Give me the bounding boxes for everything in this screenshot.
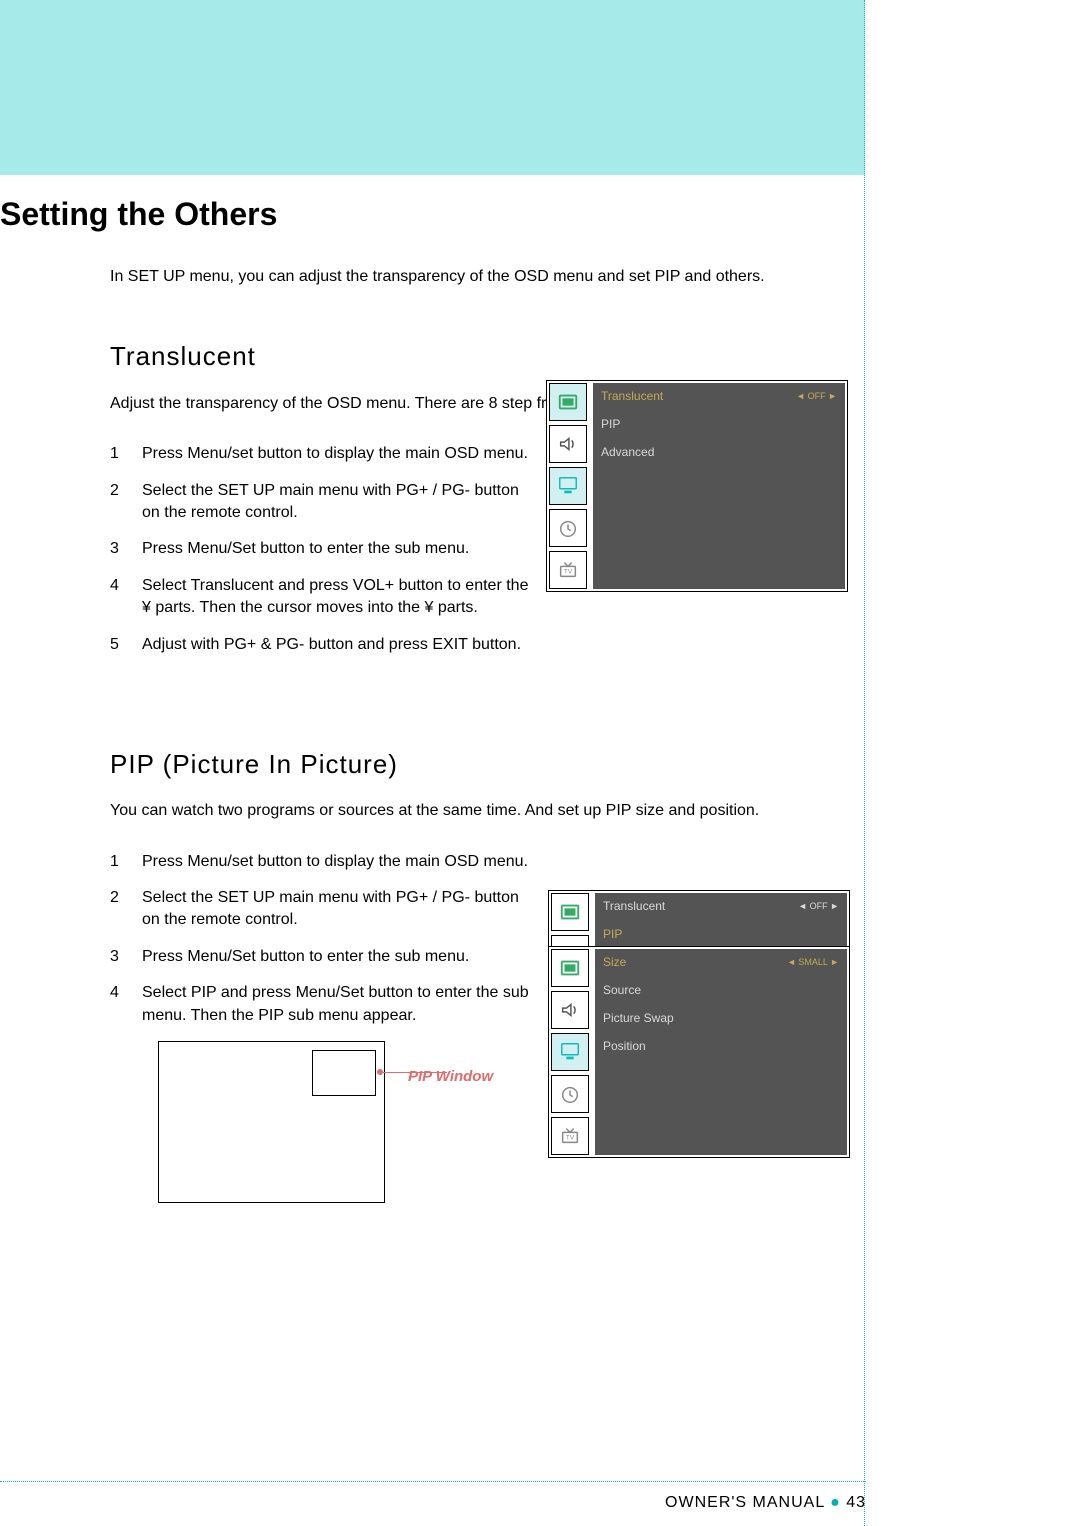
svg-text:TV: TV — [566, 1135, 575, 1142]
osd-icon-timer — [549, 509, 587, 547]
osd-item-label: Size — [603, 955, 626, 969]
osd-item-label: Picture Swap — [603, 1011, 674, 1025]
osd-menu-pip-sub: TV Size ◄ SMALL ► Source Picture Swap — [548, 946, 850, 1158]
osd-item-value: ◄ SMALL ► — [787, 957, 839, 967]
steps-pip: 1Press Menu/set button to display the ma… — [110, 851, 540, 1027]
osd-item-label: Source — [603, 983, 641, 997]
osd-icon-tv: TV — [551, 1117, 589, 1155]
osd-item-label: PIP — [603, 927, 622, 941]
osd-item[interactable]: PIP — [601, 417, 837, 431]
osd-item[interactable]: Position — [603, 1039, 839, 1053]
osd-item-value: ◄ OFF ► — [798, 901, 839, 911]
horizontal-divider — [0, 1481, 866, 1482]
step-text: Press Menu/Set button to enter the sub m… — [142, 946, 469, 968]
pip-window-diagram: PIP Window — [158, 1041, 385, 1203]
osd-item[interactable]: PIP — [603, 927, 839, 941]
osd-item-label: Advanced — [601, 445, 654, 459]
osd-menu-pip-group: TV Translucent ◄ OFF ► PIP Advanced — [548, 890, 848, 946]
section-heading-pip: PIP (Picture In Picture) — [110, 746, 850, 782]
osd-item-label: Translucent — [603, 899, 665, 913]
step-text: Select Translucent and press VOL+ button… — [142, 575, 540, 620]
step-text: Press Menu/set button to display the mai… — [142, 851, 528, 873]
step-text: Select the SET UP main menu with PG+ / P… — [142, 480, 540, 525]
osd-item[interactable]: Source — [603, 983, 839, 997]
osd-item-value: ◄ OFF ► — [796, 391, 837, 401]
page-footer: OWNER'S MANUAL ● 43 — [0, 1494, 866, 1512]
steps-translucent: 1Press Menu/set button to display the ma… — [110, 443, 540, 656]
page-header: Setting the Others — [0, 0, 1080, 255]
osd-icon-picture — [551, 949, 589, 987]
osd-item[interactable]: Picture Swap — [603, 1011, 839, 1025]
step-text: Press Menu/Set button to enter the sub m… — [142, 538, 469, 560]
vertical-divider — [864, 0, 868, 1526]
osd-icon-picture — [549, 383, 587, 421]
page-title: Setting the Others — [0, 196, 1080, 233]
step-text: Select the SET UP main menu with PG+ / P… — [142, 887, 540, 932]
footer-separator-dot: ● — [830, 1494, 846, 1511]
osd-icon-sound — [551, 991, 589, 1029]
osd-item[interactable]: Size ◄ SMALL ► — [603, 955, 839, 969]
step-text: Adjust with PG+ & PG- button and press E… — [142, 634, 521, 656]
osd-icon-picture — [551, 893, 589, 931]
page-number: 43 — [846, 1494, 866, 1511]
osd-item-label: Position — [603, 1039, 646, 1053]
page-intro: In SET UP menu, you can adjust the trans… — [110, 266, 850, 288]
osd-item[interactable]: Translucent ◄ OFF ► — [603, 899, 839, 913]
osd-icon-setup — [551, 1033, 589, 1071]
osd-item[interactable]: Translucent ◄ OFF ► — [601, 389, 837, 403]
pip-inner-window — [312, 1050, 376, 1096]
footer-label: OWNER'S MANUAL — [665, 1494, 825, 1511]
step-text: Select PIP and press Menu/Set button to … — [142, 982, 540, 1027]
svg-text:TV: TV — [564, 569, 573, 576]
osd-icon-setup — [549, 467, 587, 505]
pip-window-label: PIP Window — [408, 1066, 493, 1087]
osd-icon-sound — [549, 425, 587, 463]
osd-item[interactable]: Advanced — [601, 445, 837, 459]
osd-menu-translucent: TV Translucent ◄ OFF ► PIP Advanced — [546, 380, 848, 592]
osd-item-label: PIP — [601, 417, 620, 431]
osd-icon-tv: TV — [549, 551, 587, 589]
section-heading-translucent: Translucent — [110, 338, 850, 374]
step-text: Press Menu/set button to display the mai… — [142, 443, 528, 465]
osd-icon-timer — [551, 1075, 589, 1113]
section-desc-pip: You can watch two programs or sources at… — [110, 800, 850, 822]
osd-item-label: Translucent — [601, 389, 663, 403]
